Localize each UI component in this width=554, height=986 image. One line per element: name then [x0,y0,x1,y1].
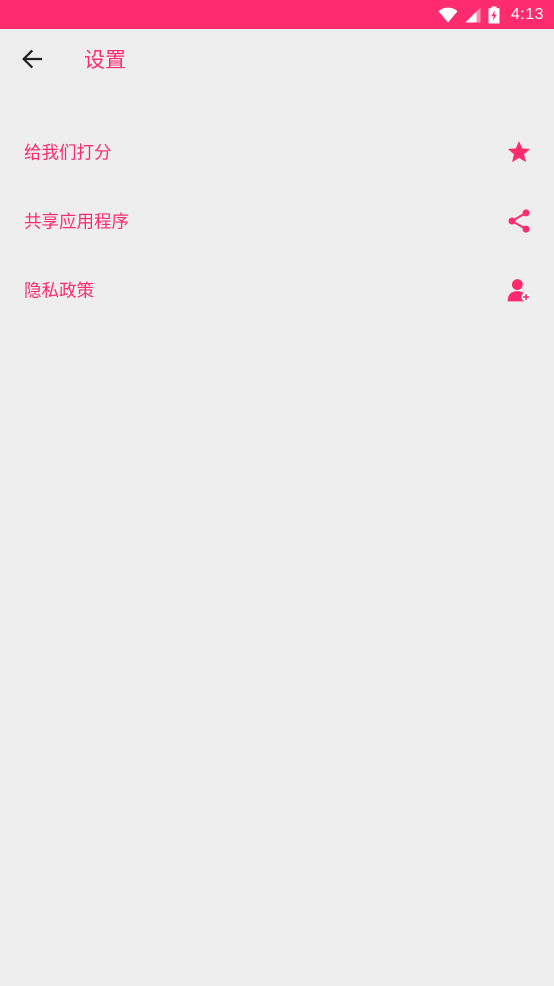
battery-icon [488,6,500,24]
status-time: 4:13 [510,5,544,23]
settings-item-label: 给我们打分 [24,143,112,163]
arrow-back-icon [21,49,43,73]
settings-item-label: 隐私政策 [24,281,94,301]
settings-item-privacy-policy[interactable]: 隐私政策 [0,255,554,324]
settings-list: 给我们打分 共享应用程序 隐私政策 [0,117,554,324]
star-icon [506,139,532,165]
wifi-icon [438,7,458,23]
share-icon [506,208,532,234]
back-button[interactable] [14,45,50,77]
settings-item-rate-us[interactable]: 给我们打分 [0,117,554,186]
settings-item-label: 共享应用程序 [24,212,129,232]
signal-icon [465,7,481,23]
settings-item-share-app[interactable]: 共享应用程序 [0,186,554,255]
page-title: 设置 [84,48,126,72]
toolbar: 设置 [0,29,554,93]
status-bar: 4:13 [0,0,554,29]
person-add-icon [506,277,532,303]
status-icons: 4:13 [438,0,544,29]
